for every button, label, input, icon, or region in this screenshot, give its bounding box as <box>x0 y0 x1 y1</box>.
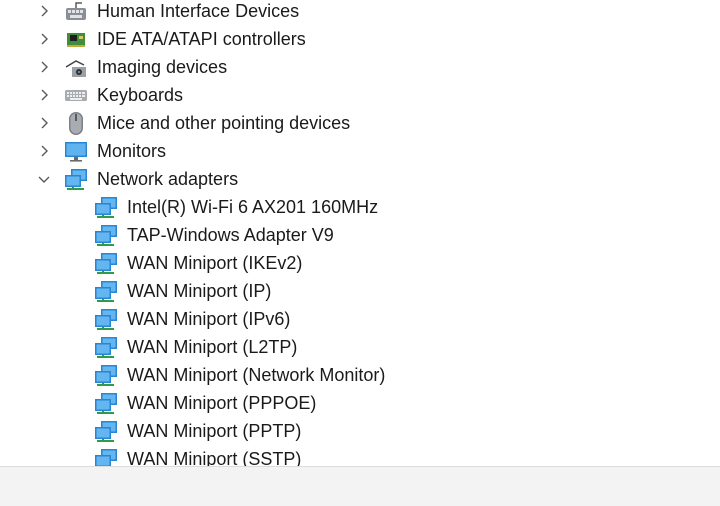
tree-item-network-adapter[interactable]: WAN Miniport (IPv6) <box>0 305 720 333</box>
tree-item-label: Network adapters <box>97 169 239 189</box>
device-tree[interactable]: Human Interface Devices IDE ATA/ATAPI co… <box>0 0 720 466</box>
network-adapter-icon <box>94 419 118 443</box>
tree-item-label: WAN Miniport (SSTP) <box>127 449 302 466</box>
tree-item-network-adapter[interactable]: WAN Miniport (PPTP) <box>0 417 720 445</box>
network-adapter-icon <box>94 363 118 387</box>
ide-controller-icon <box>64 27 88 51</box>
tree-item-network-adapters[interactable]: Network adapters <box>0 165 720 193</box>
tree-item-label: Human Interface Devices <box>97 1 300 21</box>
tree-item-network-adapter[interactable]: WAN Miniport (IKEv2) <box>0 249 720 277</box>
tree-item-label: Imaging devices <box>97 57 228 77</box>
tree-item-network-adapter[interactable]: Intel(R) Wi-Fi 6 AX201 160MHz <box>0 193 720 221</box>
chevron-right-icon[interactable] <box>36 3 52 19</box>
network-adapter-icon <box>94 223 118 247</box>
tree-item-network-adapter[interactable]: WAN Miniport (Network Monitor) <box>0 361 720 389</box>
network-adapter-icon <box>64 167 88 191</box>
tree-item-label: Monitors <box>97 141 167 161</box>
chevron-right-icon[interactable] <box>36 31 52 47</box>
hid-icon <box>64 0 88 23</box>
tree-item-label: WAN Miniport (Network Monitor) <box>127 365 386 385</box>
chevron-right-icon[interactable] <box>36 143 52 159</box>
tree-item-label: Keyboards <box>97 85 184 105</box>
tree-item-monitors[interactable]: Monitors <box>0 137 720 165</box>
chevron-down-icon[interactable] <box>36 171 52 187</box>
network-adapter-icon <box>94 195 118 219</box>
tree-item-mice[interactable]: Mice and other pointing devices <box>0 109 720 137</box>
tree-item-label: WAN Miniport (L2TP) <box>127 337 298 357</box>
tree-item-label: WAN Miniport (IP) <box>127 281 272 301</box>
chevron-right-icon[interactable] <box>36 87 52 103</box>
tree-item-label: TAP-Windows Adapter V9 <box>127 225 334 245</box>
tree-item-network-adapter[interactable]: WAN Miniport (L2TP) <box>0 333 720 361</box>
keyboard-icon <box>64 83 88 107</box>
tree-item-keyboards[interactable]: Keyboards <box>0 81 720 109</box>
chevron-right-icon[interactable] <box>36 115 52 131</box>
network-adapter-icon <box>94 251 118 275</box>
network-adapter-icon <box>94 335 118 359</box>
chevron-right-icon[interactable] <box>36 59 52 75</box>
tree-item-human-interface-devices[interactable]: Human Interface Devices <box>0 0 720 25</box>
network-adapter-icon <box>94 307 118 331</box>
tree-item-label: WAN Miniport (PPPOE) <box>127 393 317 413</box>
network-adapter-icon <box>94 279 118 303</box>
tree-item-label: Intel(R) Wi-Fi 6 AX201 160MHz <box>127 197 379 217</box>
tree-item-ide-controllers[interactable]: IDE ATA/ATAPI controllers <box>0 25 720 53</box>
tree-item-label: WAN Miniport (IPv6) <box>127 309 291 329</box>
tree-item-label: WAN Miniport (IKEv2) <box>127 253 303 273</box>
tree-item-network-adapter[interactable]: WAN Miniport (SSTP) <box>0 445 720 466</box>
horizontal-scrollbar[interactable] <box>0 466 720 506</box>
monitor-icon <box>64 139 88 163</box>
tree-item-imaging-devices[interactable]: Imaging devices <box>0 53 720 81</box>
tree-item-network-adapter[interactable]: WAN Miniport (PPPOE) <box>0 389 720 417</box>
scrollbar-track[interactable] <box>0 467 720 506</box>
tree-item-network-adapter[interactable]: WAN Miniport (IP) <box>0 277 720 305</box>
tree-item-label: WAN Miniport (PPTP) <box>127 421 302 441</box>
tree-item-network-adapter[interactable]: TAP-Windows Adapter V9 <box>0 221 720 249</box>
network-adapter-icon <box>94 391 118 415</box>
network-adapter-icon <box>94 447 118 466</box>
tree-item-label: Mice and other pointing devices <box>97 113 351 133</box>
mouse-icon <box>64 111 88 135</box>
tree-item-label: IDE ATA/ATAPI controllers <box>97 29 306 49</box>
camera-icon <box>64 55 88 79</box>
